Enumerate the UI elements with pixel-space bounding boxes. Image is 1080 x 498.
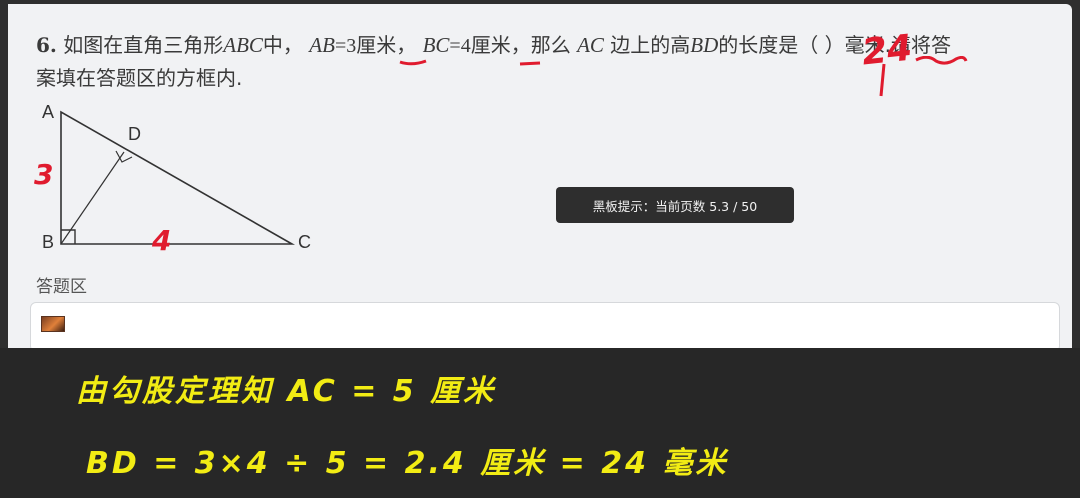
question-text-line-2: 案填在答题区的方框内. (36, 66, 243, 90)
underline-cm-2 (519, 61, 541, 66)
value-bc: =4 (449, 35, 471, 57)
blackboard-line-2: BD = 3×4 ÷ 5 = 2.4 厘米 = 24 毫米 (86, 446, 729, 481)
question-number: 6. (36, 33, 57, 57)
label-a: A (42, 102, 54, 122)
answer-blank: 的长度是（ ） (718, 33, 845, 57)
toast-text: 黑板提示：当前页数 5.3 / 50 (592, 198, 758, 214)
image-thumbnail-icon[interactable] (41, 316, 65, 332)
variable-ac: AC (577, 33, 604, 57)
question-text-part: 边上的高 (610, 33, 691, 57)
page-toast: 黑板提示：当前页数 5.3 / 50 (556, 187, 794, 223)
triangle-abc (60, 110, 296, 245)
question-text-part: 中， (262, 33, 303, 57)
variable-abc: ABC (223, 33, 263, 57)
underline-cm-1 (399, 59, 427, 66)
variable-ab: AB (309, 33, 335, 57)
variable-bc: BC (422, 33, 450, 57)
handwritten-side-bc: 4 (152, 224, 172, 257)
handwritten-answer-tail (879, 63, 886, 97)
underline-mm (915, 56, 968, 65)
question-text-part: 如图在直角三角形 (63, 33, 224, 57)
triangle-figure: A B C D (42, 102, 311, 252)
unit-cm: 厘米 (356, 33, 397, 57)
label-c: C (298, 232, 311, 252)
unit-cm: 厘米 (470, 33, 511, 57)
variable-bd: BD (690, 33, 719, 57)
value-ab: =3 (334, 35, 357, 57)
question-text-part: ，那么 (510, 33, 571, 57)
handwritten-side-ab: 3 (34, 158, 54, 191)
label-d: D (128, 124, 141, 144)
blackboard-line-1: 由勾股定理知 AC = 5 厘米 (76, 374, 497, 409)
answer-area-label: 答题区 (36, 277, 87, 297)
label-b: B (42, 232, 54, 252)
question-text-part: ， (396, 33, 417, 57)
answer-box[interactable] (30, 302, 1060, 352)
